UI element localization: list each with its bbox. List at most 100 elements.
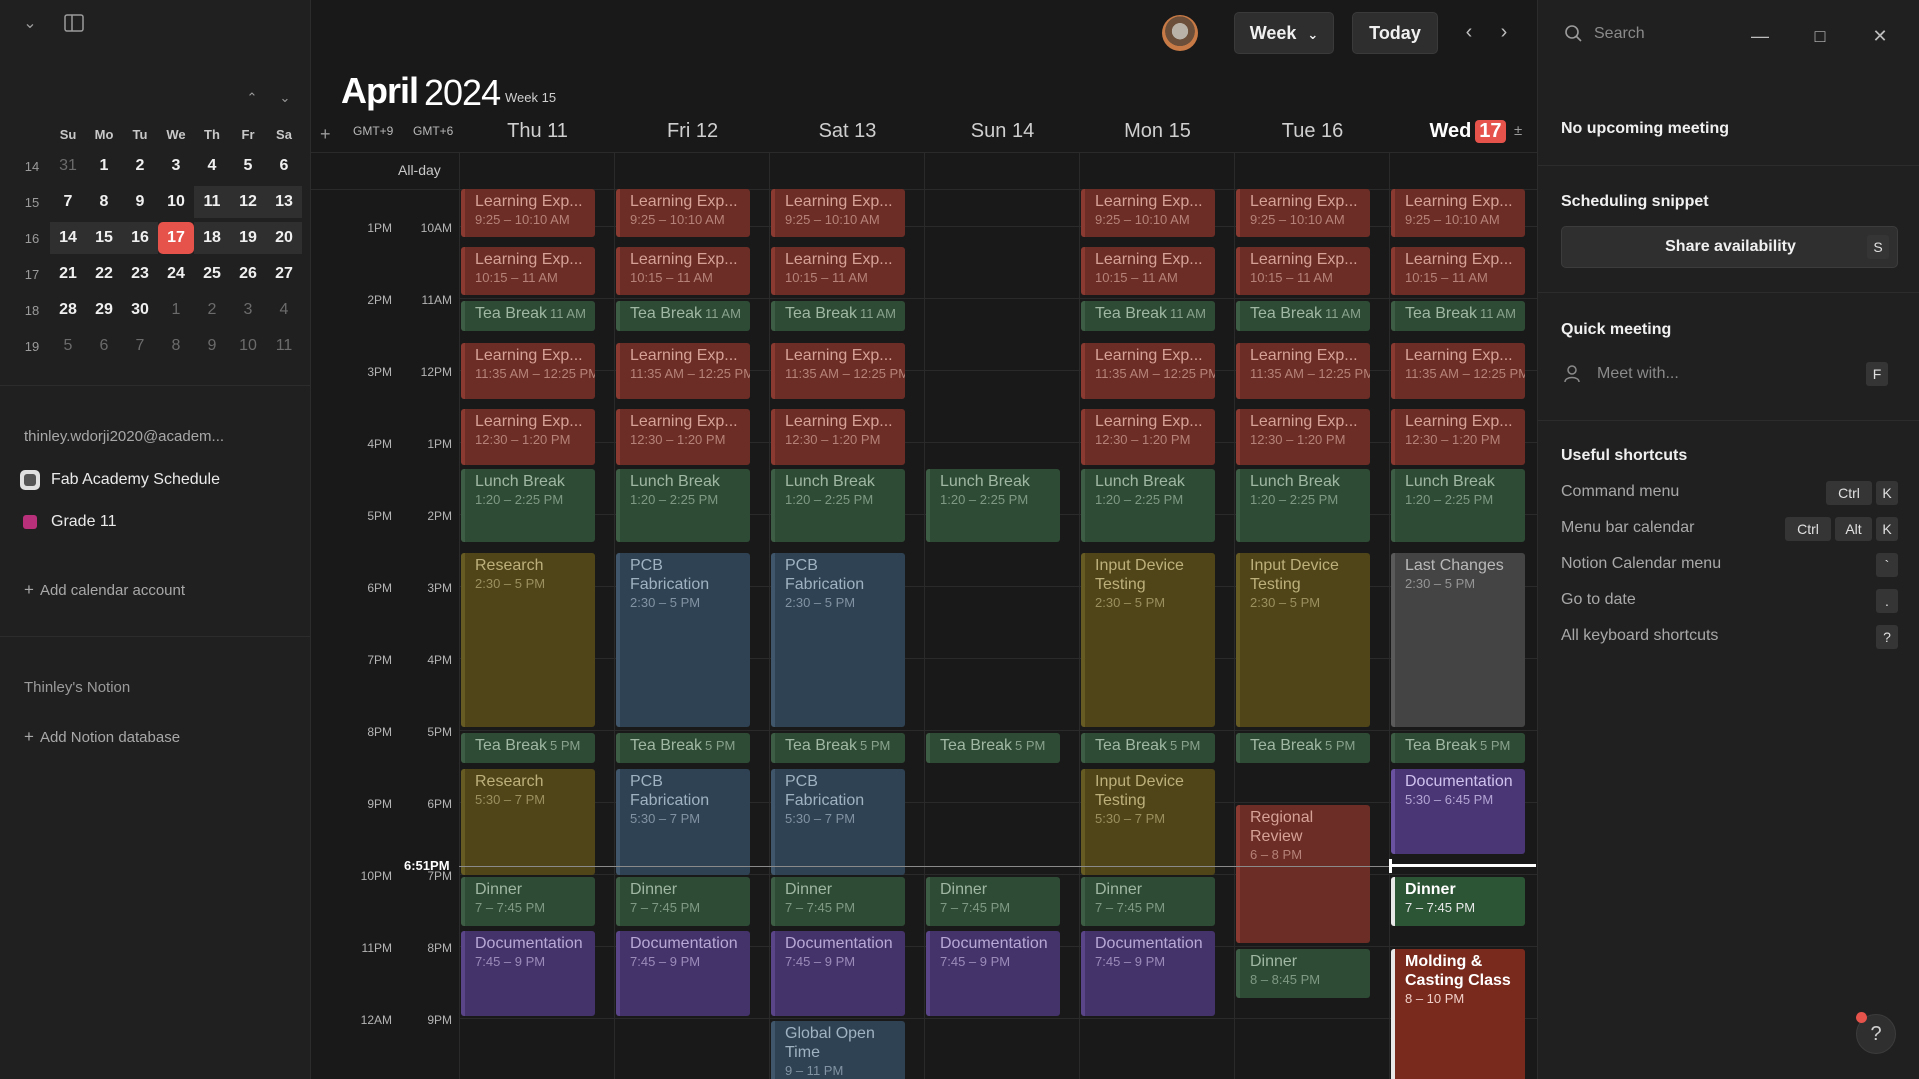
event-pcb2[interactable]: PCB Fabrication 5:30 – 7 PM [616, 769, 750, 875]
mini-calendar-day[interactable]: 1 [86, 150, 122, 182]
add-timezone-icon[interactable]: + [320, 124, 331, 145]
event-tea2[interactable]: Tea Break 5 PM [1391, 733, 1525, 763]
event-learn4[interactable]: Learning Exp... 12:30 – 1:20 PM [616, 409, 750, 465]
event-learn4[interactable]: Learning Exp... 12:30 – 1:20 PM [461, 409, 595, 465]
event-last[interactable]: Last Changes 2:30 – 5 PM [1391, 553, 1525, 727]
user-avatar[interactable] [1162, 15, 1198, 51]
mini-calendar-day[interactable]: 5 [230, 150, 266, 182]
calendar-icon[interactable] [23, 515, 37, 529]
mini-calendar-day[interactable]: 8 [86, 186, 122, 218]
search-field[interactable]: Search [1564, 24, 1645, 44]
event-learn4[interactable]: Learning Exp... 12:30 – 1:20 PM [1081, 409, 1215, 465]
event-learn1[interactable]: Learning Exp... 9:25 – 10:10 AM [771, 189, 905, 237]
timezone-label[interactable]: GMT+6 [413, 124, 453, 138]
mini-calendar-day[interactable]: 30 [122, 294, 158, 326]
shortcut-label[interactable]: All keyboard shortcuts [1561, 627, 1718, 645]
event-input1[interactable]: Input Device Testing 2:30 – 5 PM [1081, 553, 1215, 727]
mini-calendar-day[interactable]: 4 [194, 150, 230, 182]
day-header-tue[interactable]: Tue 16 [1235, 120, 1390, 143]
event-learn2[interactable]: Learning Exp... 10:15 – 11 AM [1391, 247, 1525, 295]
event-learn4[interactable]: Learning Exp... 12:30 – 1:20 PM [1236, 409, 1370, 465]
event-lunch[interactable]: Lunch Break 1:20 – 2:25 PM [616, 469, 750, 542]
event-research1[interactable]: Research 2:30 – 5 PM [461, 553, 595, 727]
mini-calendar-day[interactable]: 10 [230, 330, 266, 362]
mini-calendar-day[interactable]: 31 [50, 150, 86, 182]
event-doc[interactable]: Documentation 7:45 – 9 PM [771, 931, 905, 1016]
maximize-icon[interactable]: □ [1808, 24, 1832, 48]
event-dinner[interactable]: Dinner 7 – 7:45 PM [1391, 877, 1525, 926]
day-header-sun[interactable]: Sun 14 [925, 120, 1080, 143]
mini-calendar-day[interactable]: 9 [194, 330, 230, 362]
event-input1[interactable]: Input Device Testing 2:30 – 5 PM [1236, 553, 1370, 727]
mini-calendar-day[interactable]: 3 [158, 150, 194, 182]
mini-calendar-day[interactable]: 6 [266, 150, 302, 182]
event-learn1[interactable]: Learning Exp... 9:25 – 10:10 AM [1081, 189, 1215, 237]
event-dinner[interactable]: Dinner 7 – 7:45 PM [616, 877, 750, 926]
mini-calendar-day[interactable]: 29 [86, 294, 122, 326]
chevron-down-icon[interactable]: ⌄ [19, 14, 41, 34]
shortcut-label[interactable]: Menu bar calendar [1561, 519, 1694, 537]
mini-calendar-day[interactable]: 12 [230, 186, 266, 218]
event-learn3[interactable]: Learning Exp... 11:35 AM – 12:25 PM [1236, 343, 1370, 399]
timezone-label[interactable]: GMT+9 [353, 124, 393, 138]
shortcut-label[interactable]: Go to date [1561, 591, 1636, 609]
mini-calendar-day[interactable]: 19 [230, 222, 266, 254]
event-dinner-tue[interactable]: Dinner 8 – 8:45 PM [1236, 949, 1370, 998]
add-calendar-account-link[interactable]: + Add calendar account [24, 580, 185, 600]
event-learn1[interactable]: Learning Exp... 9:25 – 10:10 AM [461, 189, 595, 237]
event-learn3[interactable]: Learning Exp... 11:35 AM – 12:25 PM [616, 343, 750, 399]
event-doc[interactable]: Documentation 7:45 – 9 PM [461, 931, 595, 1016]
mini-calendar-day[interactable]: 1 [158, 294, 194, 326]
mini-calendar-day[interactable]: 24 [158, 258, 194, 290]
mini-calendar-day[interactable]: 6 [86, 330, 122, 362]
calendar-fab-academy[interactable]: Fab Academy Schedule [20, 470, 220, 490]
event-learn1[interactable]: Learning Exp... 9:25 – 10:10 AM [1391, 189, 1525, 237]
today-button[interactable]: Today [1352, 12, 1438, 54]
shortcut-label[interactable]: Command menu [1561, 483, 1679, 501]
calendar-grade-11[interactable]: Grade 11 [20, 513, 117, 531]
event-tea2[interactable]: Tea Break 5 PM [771, 733, 905, 763]
mini-calendar-day[interactable]: 3 [230, 294, 266, 326]
mini-calendar-day[interactable]: 14 [50, 222, 86, 254]
event-learn2[interactable]: Learning Exp... 10:15 – 11 AM [771, 247, 905, 295]
mini-calendar-day[interactable]: 16 [122, 222, 158, 254]
day-header-thu[interactable]: Thu 11 [460, 120, 615, 143]
next-week-icon[interactable]: › [1493, 20, 1515, 44]
event-pcb1[interactable]: PCB Fabrication 2:30 – 5 PM [771, 553, 905, 727]
mini-calendar-day[interactable]: 20 [266, 222, 302, 254]
event-learn3[interactable]: Learning Exp... 11:35 AM – 12:25 PM [1391, 343, 1525, 399]
mini-calendar-day[interactable]: 7 [50, 186, 86, 218]
event-learn2[interactable]: Learning Exp... 10:15 – 11 AM [616, 247, 750, 295]
day-header-mon[interactable]: Mon 15 [1080, 120, 1235, 143]
add-notion-database-link[interactable]: + Add Notion database [24, 727, 180, 747]
mini-calendar-day[interactable]: 2 [194, 294, 230, 326]
event-research2[interactable]: Research 5:30 – 7 PM [461, 769, 595, 875]
mini-calendar-day[interactable]: 28 [50, 294, 86, 326]
mini-calendar-day[interactable]: 13 [266, 186, 302, 218]
event-input2[interactable]: Input Device Testing 5:30 – 7 PM [1081, 769, 1215, 875]
event-tea2[interactable]: Tea Break 5 PM [616, 733, 750, 763]
event-tea1[interactable]: Tea Break 11 AM [1236, 301, 1370, 331]
mini-calendar-day[interactable]: 7 [122, 330, 158, 362]
event-dinner[interactable]: Dinner 7 – 7:45 PM [461, 877, 595, 926]
event-tea2[interactable]: Tea Break 5 PM [1081, 733, 1215, 763]
mini-calendar-day[interactable]: 2 [122, 150, 158, 182]
event-learn2[interactable]: Learning Exp... 10:15 – 11 AM [1081, 247, 1215, 295]
share-availability-button[interactable]: Share availability S [1561, 226, 1898, 268]
mini-calendar-day[interactable]: 5 [50, 330, 86, 362]
event-learn2[interactable]: Learning Exp... 10:15 – 11 AM [461, 247, 595, 295]
event-learn3[interactable]: Learning Exp... 11:35 AM – 12:25 PM [771, 343, 905, 399]
day-header-fri[interactable]: Fri 12 [615, 120, 770, 143]
event-lunch[interactable]: Lunch Break 1:20 – 2:25 PM [926, 469, 1060, 542]
event-doc[interactable]: Documentation 7:45 – 9 PM [616, 931, 750, 1016]
event-learn2[interactable]: Learning Exp... 10:15 – 11 AM [1236, 247, 1370, 295]
prev-week-icon[interactable]: ‹ [1458, 20, 1480, 44]
event-global[interactable]: Global Open Time 9 – 11 PM [771, 1021, 905, 1079]
event-pcb1[interactable]: PCB Fabrication 2:30 – 5 PM [616, 553, 750, 727]
event-doc[interactable]: Documentation 7:45 – 9 PM [926, 931, 1060, 1016]
expand-icon[interactable]: ± [1514, 122, 1522, 139]
sidebar-toggle-icon[interactable] [63, 14, 85, 34]
mini-calendar-day[interactable]: 15 [86, 222, 122, 254]
event-tea1[interactable]: Tea Break 11 AM [616, 301, 750, 331]
event-learn3[interactable]: Learning Exp... 11:35 AM – 12:25 PM [1081, 343, 1215, 399]
